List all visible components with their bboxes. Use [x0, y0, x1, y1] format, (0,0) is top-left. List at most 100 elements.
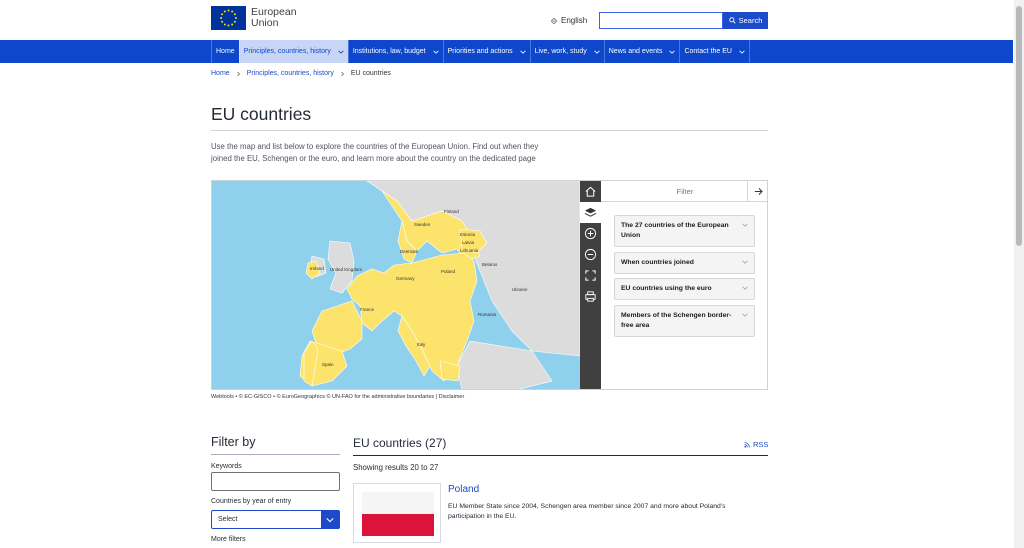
country-title-link[interactable]: Poland — [448, 484, 479, 495]
map-label-lithuania: Lithuania — [460, 248, 479, 253]
poland-flag-image[interactable] — [353, 483, 441, 543]
breadcrumb-current: EU countries — [350, 70, 391, 77]
language-label: English — [561, 16, 588, 25]
layers-tool[interactable] — [580, 202, 601, 223]
map-canvas[interactable]: Sweden Finland Estonia Latvia Lithuania … — [212, 181, 581, 390]
language-selector[interactable]: English — [551, 16, 587, 25]
breadcrumb: Home Principles, countries, history EU c… — [211, 70, 768, 77]
page-scrollbar[interactable] — [1014, 0, 1024, 548]
chevron-down-icon — [742, 260, 748, 264]
rss-link[interactable]: RSS — [744, 440, 768, 449]
page-title: EU countries — [211, 104, 312, 124]
accordion-when-joined[interactable]: When countries joined — [614, 252, 755, 274]
description-line-1: EU Member State since 2004, Schengen are… — [448, 503, 726, 510]
map-label-spain: Spain — [322, 362, 334, 367]
panel-header: Filter — [601, 181, 767, 202]
map-label-sweden: Sweden — [414, 222, 431, 227]
print-icon[interactable] — [584, 290, 597, 303]
accordion-schengen[interactable]: Members of the Schengen border-free area — [614, 305, 755, 337]
map-label-germany: Germany — [396, 276, 415, 281]
accordion-label: The 27 countries of the European Union — [621, 222, 729, 239]
zoom-in-icon[interactable] — [584, 227, 597, 240]
chevron-down-icon — [739, 50, 745, 54]
fullscreen-icon[interactable] — [584, 269, 597, 282]
chevron-down-icon — [594, 50, 600, 54]
map-attribution: Webtools • © EC-GISCO • © EuroGeographic… — [211, 394, 465, 400]
nav-item-home[interactable]: Home — [211, 40, 239, 63]
panel-title: Filter — [676, 186, 694, 196]
breadcrumb-section[interactable]: Principles, countries, history — [247, 70, 334, 77]
europe-map[interactable]: Sweden Finland Estonia Latvia Lithuania … — [212, 181, 581, 390]
home-icon[interactable] — [584, 185, 597, 198]
search-input[interactable] — [599, 12, 723, 29]
search-button[interactable]: Search — [723, 12, 768, 29]
map-label-belarus: Belarus — [482, 262, 498, 267]
map-label-latvia: Latvia — [462, 240, 475, 245]
country-description: EU Member State since 2004, Schengen are… — [448, 502, 758, 522]
chevron-down-icon — [432, 50, 439, 54]
map-label-romania: Romania — [478, 312, 497, 317]
select-toggle[interactable] — [321, 511, 339, 528]
accordion-eu-27[interactable]: The 27 countries of the European Union — [614, 215, 755, 247]
intro-line-2: joined the EU, Schengen or the euro, and… — [211, 154, 536, 163]
keywords-label: Keywords — [211, 463, 242, 470]
more-filters[interactable]: More filters — [211, 536, 246, 543]
chevron-down-icon — [669, 50, 676, 54]
chevron-right-icon — [341, 71, 344, 76]
flag-white-band — [362, 492, 434, 514]
search-icon — [728, 17, 736, 24]
eu-logo[interactable]: European Union — [211, 6, 297, 30]
scrollbar-thumb[interactable] — [1016, 6, 1022, 246]
results-count: Showing results 20 to 27 — [353, 463, 439, 472]
keywords-input[interactable] — [211, 472, 340, 491]
arrow-right-icon — [754, 187, 763, 196]
accordion-label: EU countries using the euro — [621, 285, 712, 292]
list-divider — [353, 455, 768, 456]
nav-label: Priorities and actions — [447, 48, 513, 55]
year-select[interactable]: Select — [211, 510, 340, 529]
filter-title: Filter by — [211, 435, 256, 449]
panel-collapse-button[interactable] — [747, 181, 767, 202]
map-label-france: France — [360, 307, 375, 312]
map-label-denmark: Denmark — [400, 249, 419, 254]
zoom-out-icon[interactable] — [584, 248, 597, 261]
page-intro: Use the map and list below to explore th… — [211, 141, 571, 165]
list-title: EU countries (27) — [353, 436, 447, 450]
map-label-poland: Poland — [441, 269, 456, 274]
accordion-label: When countries joined — [621, 259, 694, 266]
eu-flag-icon — [211, 6, 246, 30]
map-label-estonia: Estonia — [460, 232, 476, 237]
rss-icon — [744, 441, 750, 448]
map-filter-panel: Filter The 27 countries of the European … — [601, 181, 767, 389]
nav-item-principles[interactable]: Principles, countries, history — [238, 40, 348, 63]
nav-label: Live, work, study — [534, 48, 587, 55]
rss-label: RSS — [753, 440, 769, 449]
title-divider — [211, 130, 768, 131]
breadcrumb-home[interactable]: Home — [211, 70, 230, 77]
filter-divider — [211, 454, 340, 455]
layers-icon — [584, 207, 597, 217]
flag-red-band — [362, 514, 434, 536]
search-button-label: Search — [738, 16, 763, 25]
nav-item-live-work-study[interactable]: Live, work, study — [529, 40, 604, 63]
chevron-down-icon — [742, 313, 748, 317]
map-label-ireland: Ireland — [310, 266, 324, 271]
site-header: European Union English Search — [211, 0, 768, 40]
eu-map-widget: Sweden Finland Estonia Latvia Lithuania … — [211, 180, 768, 390]
chevron-down-icon — [519, 50, 526, 54]
nav-item-priorities[interactable]: Priorities and actions — [442, 40, 530, 63]
description-line-2: participation in the EU. — [448, 513, 517, 520]
accordion-euro[interactable]: EU countries using the euro — [614, 278, 755, 300]
nav-item-contact[interactable]: Contact the EU — [679, 40, 750, 63]
nav-label: Principles, countries, history — [243, 48, 331, 55]
map-label-finland: Finland — [444, 209, 459, 214]
nav-label: Institutions, law, budget — [352, 48, 426, 55]
chevron-down-icon — [742, 223, 748, 227]
chevron-down-icon — [338, 50, 344, 54]
nav-item-institutions[interactable]: Institutions, law, budget — [347, 40, 443, 63]
map-label-italy: Italy — [417, 342, 426, 347]
globe-icon — [551, 17, 557, 24]
nav-item-news[interactable]: News and events — [603, 40, 680, 63]
map-toolbar — [580, 181, 601, 389]
nav-label: Contact the EU — [684, 48, 732, 55]
